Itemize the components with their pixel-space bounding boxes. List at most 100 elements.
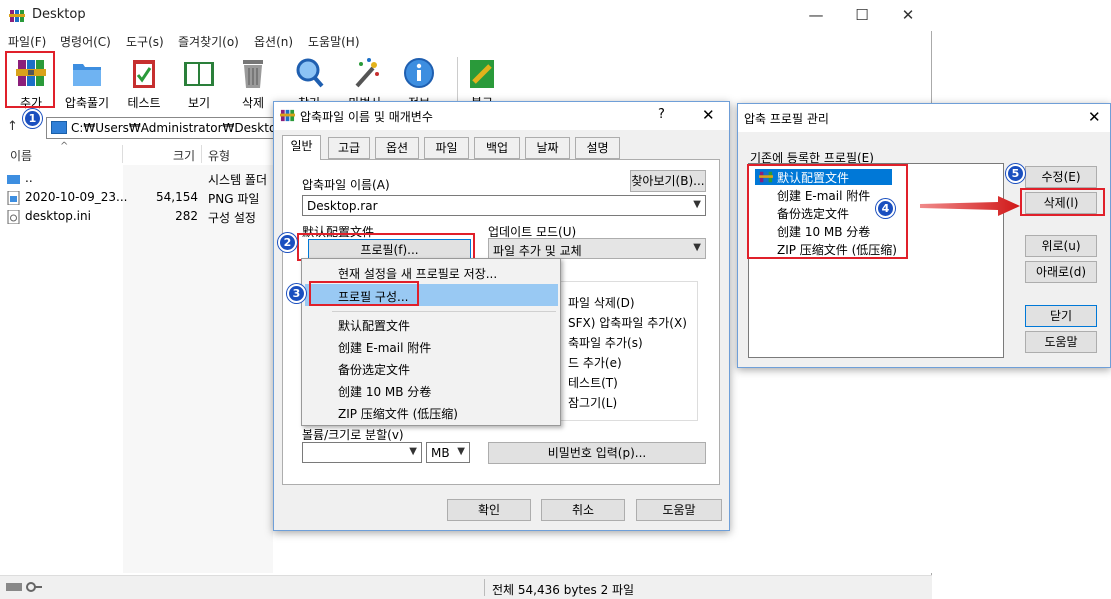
move-up-button[interactable]: 위로(u) [1025, 235, 1097, 257]
dialog-close-button[interactable]: ✕ [702, 106, 715, 124]
winrar-app-icon [280, 109, 295, 122]
red-arrow-icon [920, 196, 1020, 216]
chevron-down-icon: ▼ [693, 242, 701, 253]
sort-up-icon: ^ [60, 141, 69, 152]
status-separator [484, 579, 485, 596]
menu-file[interactable]: 파일(F) [8, 33, 46, 50]
highlight-organize-profiles [309, 281, 419, 306]
menu-bar: 파일(F) 명령어(C) 도구(s) 즐겨찾기(o) 옵션(n) 도움말(H) [0, 31, 932, 51]
tab-comment[interactable]: 설명 [575, 137, 620, 159]
repair-icon [470, 60, 494, 88]
toolbar-extract-button[interactable]: 압축풀기 [59, 54, 115, 110]
winrar-app-icon [9, 10, 25, 22]
option-create-sfx[interactable]: SFX) 압축파일 추가(X) [568, 314, 687, 331]
option-test-files[interactable]: 테스트(T) [568, 374, 618, 391]
toolbar-extract-label: 압축풀기 [64, 96, 110, 110]
highlight-add-button [5, 51, 55, 108]
wizard-wand-icon [355, 58, 379, 88]
help-button[interactable]: 도움말 [636, 499, 722, 521]
file-type: PNG 파일 [208, 192, 260, 206]
close-button[interactable]: ✕ [885, 2, 931, 28]
tab-files[interactable]: 파일 [424, 137, 469, 159]
toolbar-test-button[interactable]: 테스트 [116, 54, 172, 110]
menu-options[interactable]: 옵션(n) [254, 33, 293, 50]
volume-size-combo[interactable]: ▼ [302, 442, 422, 463]
file-type: 시스템 폴더 [208, 173, 268, 187]
help-button[interactable]: 도움말 [1025, 331, 1097, 353]
file-type: 구성 설정 [208, 211, 256, 225]
path-text: C:₩Users₩Administrator₩Desktop [71, 121, 284, 135]
toolbar-view-button[interactable]: 보기 [171, 54, 227, 110]
step-badge-4: 4 [876, 199, 895, 218]
path-field[interactable]: C:₩Users₩Administrator₩Desktop [46, 117, 286, 139]
chevron-down-icon: ▼ [457, 446, 465, 457]
status-bar: 전체 54,436 bytes 2 파일 [0, 575, 932, 599]
column-type[interactable]: 유형 [208, 147, 230, 164]
option-delete-files[interactable]: 파일 삭제(D) [568, 294, 635, 311]
file-name: .. [25, 171, 33, 185]
menu-favorites[interactable]: 즐겨찾기(o) [178, 33, 239, 50]
extract-folder-icon [73, 64, 101, 86]
menu-tools[interactable]: 도구(s) [126, 33, 164, 50]
column-divider[interactable] [122, 145, 123, 163]
move-down-button[interactable]: 아래로(d) [1025, 261, 1097, 283]
archive-name-value: Desktop.rar [307, 199, 378, 213]
browse-button[interactable]: 찾아보기(B)... [630, 170, 706, 192]
ini-file-icon [7, 210, 20, 224]
tab-time[interactable]: 날짜 [525, 137, 570, 159]
option-recovery-record[interactable]: 드 추가(e) [568, 354, 622, 371]
column-size[interactable]: 크기 [173, 147, 195, 164]
chevron-down-icon: ▼ [409, 446, 417, 457]
menu-save-profile[interactable]: 현재 설정을 새 프로필로 저장... [338, 265, 497, 282]
step-badge-2: 2 [278, 233, 297, 252]
update-mode-combo[interactable]: 파일 추가 및 교체 ▼ [488, 238, 706, 259]
size-column-shade [123, 165, 273, 573]
file-name: desktop.ini [25, 209, 91, 223]
edit-profile-button[interactable]: 수정(E) [1025, 166, 1097, 188]
toolbar-test-label: 테스트 [127, 96, 161, 110]
set-password-button[interactable]: 비밀번호 입력(p)... [488, 442, 706, 464]
option-lock-archive[interactable]: 잠그기(L) [568, 394, 617, 411]
update-mode-value: 파일 추가 및 교체 [493, 244, 582, 258]
menu-profile-item[interactable]: 创建 E-mail 附件 [338, 339, 431, 356]
archive-name-combo[interactable]: Desktop.rar ▼ [302, 195, 706, 216]
menu-profile-item[interactable]: 创建 10 MB 分卷 [338, 383, 431, 400]
column-divider[interactable] [201, 145, 202, 163]
folder-up-icon [7, 175, 20, 184]
tab-backup[interactable]: 백업 [474, 137, 520, 159]
ok-button[interactable]: 확인 [447, 499, 531, 521]
menu-profile-item[interactable]: ZIP 压缩文件 (低压缩) [338, 405, 458, 422]
dialog-title-bar: 압축 프로필 관리 ✕ [738, 104, 1110, 132]
volume-split-label: 볼륨/크기로 분할(v) [302, 428, 404, 442]
png-file-icon [7, 191, 20, 205]
tab-options[interactable]: 옵션 [375, 137, 419, 159]
menu-commands[interactable]: 명령어(C) [60, 33, 111, 50]
tab-general[interactable]: 일반 [282, 135, 321, 160]
close-dialog-button[interactable]: 닫기 [1025, 305, 1097, 327]
step-badge-3: 3 [287, 284, 306, 303]
step-badge-1: 1 [23, 109, 42, 128]
find-magnifier-icon [296, 58, 324, 88]
menu-profile-item[interactable]: 备份选定文件 [338, 361, 410, 378]
cancel-button[interactable]: 취소 [541, 499, 625, 521]
menu-help[interactable]: 도움말(H) [308, 33, 360, 50]
minimize-button[interactable]: — [793, 2, 839, 28]
option-solid-archive[interactable]: 축파일 추가(s) [568, 334, 643, 351]
drive-key-icon [6, 582, 42, 592]
file-size: 282 [175, 209, 198, 223]
step-badge-5: 5 [1006, 164, 1025, 183]
dialog-title-bar: 압축파일 이름 및 매개변수 ? ✕ [274, 102, 729, 130]
menu-separator [332, 311, 556, 312]
dialog-close-button[interactable]: ✕ [1088, 108, 1101, 126]
title-bar: Desktop — ☐ ✕ [0, 0, 932, 31]
help-question-button[interactable]: ? [658, 107, 665, 122]
maximize-button[interactable]: ☐ [839, 2, 885, 28]
menu-profile-item[interactable]: 默认配置文件 [338, 317, 410, 334]
tab-advanced[interactable]: 고급 [328, 137, 370, 159]
column-name[interactable]: 이름 [10, 147, 32, 164]
file-name: 2020-10-09_23... [25, 190, 128, 204]
up-arrow-icon[interactable]: ↑ [7, 119, 18, 134]
volume-unit-combo[interactable]: MB ▼ [426, 442, 470, 463]
highlight-delete-button [1020, 188, 1105, 216]
archive-name-label: 압축파일 이름(A) [302, 178, 390, 192]
